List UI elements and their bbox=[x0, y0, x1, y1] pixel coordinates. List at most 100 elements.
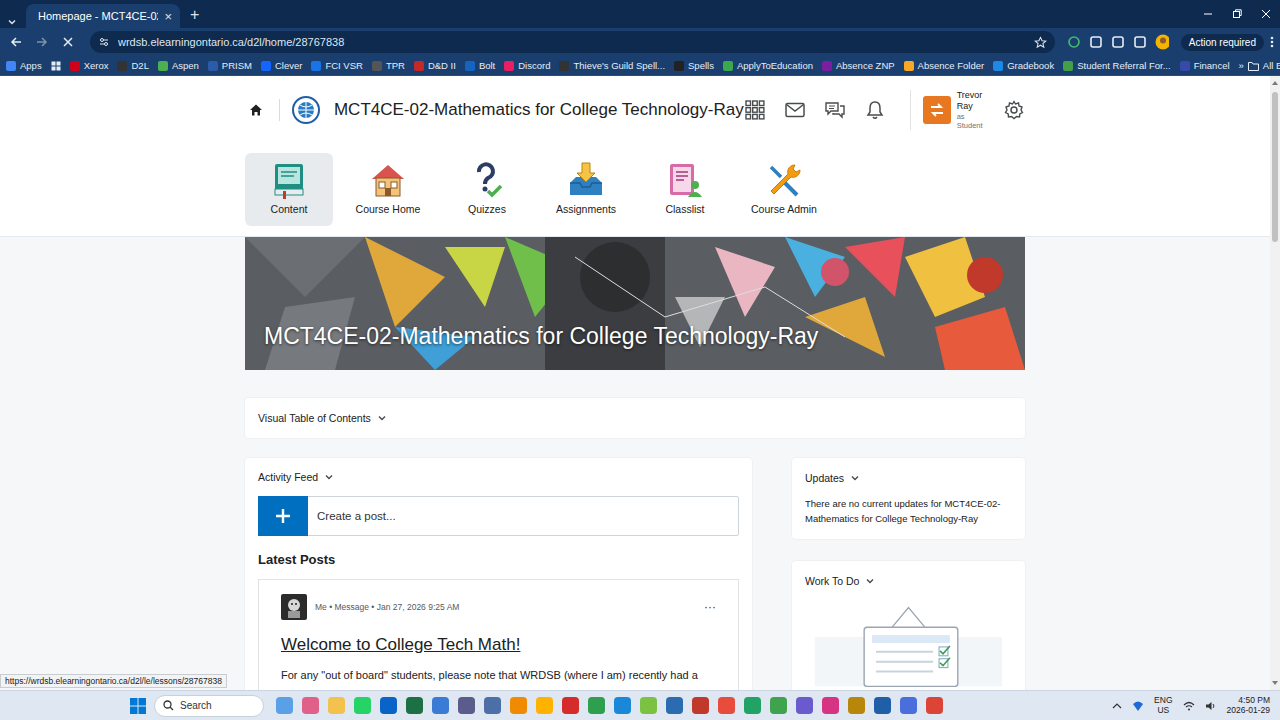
scroll-up-icon[interactable] bbox=[1271, 80, 1279, 86]
volume-icon[interactable] bbox=[1205, 701, 1217, 711]
home-icon[interactable] bbox=[245, 99, 267, 121]
taskbar-app-icon[interactable] bbox=[926, 697, 943, 714]
post-options-button[interactable]: ··· bbox=[704, 600, 716, 614]
bookmark[interactable]: Financel bbox=[1180, 60, 1230, 71]
taskbar-app-icon[interactable] bbox=[614, 697, 631, 714]
bookmark[interactable]: Clever bbox=[261, 60, 302, 71]
bookmark[interactable]: Student Referral For... bbox=[1063, 60, 1170, 71]
taskbar-app-icon[interactable] bbox=[900, 697, 917, 714]
course-selector-grid-icon[interactable] bbox=[744, 99, 766, 121]
nav-tile[interactable]: Assignments bbox=[542, 153, 630, 226]
taskbar-app-icon[interactable] bbox=[406, 697, 423, 714]
taskbar-app-icon[interactable] bbox=[510, 697, 527, 714]
taskbar-app-icon[interactable] bbox=[458, 697, 475, 714]
bookmark[interactable]: Bolt bbox=[465, 60, 495, 71]
user-menu[interactable]: Trevor Rayas Student bbox=[910, 90, 985, 130]
url-text[interactable]: wrdsb.elearningontario.ca/d2l/home/28767… bbox=[118, 36, 1026, 48]
bookmark[interactable]: Gradebook bbox=[993, 60, 1054, 71]
clock[interactable]: 4:50 PM2026-01-29 bbox=[1227, 696, 1270, 716]
restore-icon[interactable] bbox=[1222, 9, 1251, 19]
taskbar-app-icon[interactable] bbox=[328, 697, 345, 714]
action-required-button[interactable]: Action required bbox=[1181, 34, 1264, 51]
windows-start-icon[interactable] bbox=[130, 698, 146, 714]
activity-feed-header[interactable]: Activity Feed bbox=[258, 471, 739, 483]
minimize-icon[interactable] bbox=[1193, 9, 1222, 19]
chat-icon[interactable] bbox=[824, 99, 846, 121]
tray-overflow-icon[interactable] bbox=[1112, 702, 1122, 710]
extension-icon[interactable] bbox=[1089, 35, 1103, 49]
bookmark[interactable]: Aspen bbox=[158, 60, 199, 71]
taskbar-app-icon[interactable] bbox=[302, 697, 319, 714]
taskbar-app-icon[interactable] bbox=[536, 697, 553, 714]
tab-search-icon[interactable] bbox=[6, 16, 18, 28]
taskbar-app-icon[interactable] bbox=[562, 697, 579, 714]
post-title-link[interactable]: Welcome to College Tech Math! bbox=[281, 635, 716, 655]
work-to-do-header[interactable]: Work To Do bbox=[805, 575, 1012, 587]
bookmark[interactable]: Xerox bbox=[70, 60, 109, 71]
scrollbar[interactable] bbox=[1270, 76, 1280, 690]
network-icon[interactable] bbox=[1132, 700, 1144, 712]
bookmark[interactable]: Spells bbox=[674, 60, 714, 71]
taskbar-app-icon[interactable] bbox=[848, 697, 865, 714]
bookmark[interactable]: D2L bbox=[117, 60, 148, 71]
scroll-thumb[interactable] bbox=[1272, 92, 1278, 242]
taskbar-app-icon[interactable] bbox=[640, 697, 657, 714]
bookmark[interactable]: TPR bbox=[372, 60, 405, 71]
new-tab-button[interactable]: + bbox=[180, 6, 209, 28]
stop-loading-icon[interactable] bbox=[58, 32, 78, 52]
address-bar[interactable]: wrdsb.elearningontario.ca/d2l/home/28767… bbox=[90, 31, 1055, 53]
notifications-bell-icon[interactable] bbox=[864, 99, 886, 121]
taskbar-app-icon[interactable] bbox=[718, 697, 735, 714]
taskbar-app-icon[interactable] bbox=[692, 697, 709, 714]
nav-tile[interactable]: Quizzes bbox=[443, 153, 531, 226]
more-bookmarks-button[interactable]: » bbox=[1239, 60, 1244, 71]
bookmark[interactable]: Absence Folder bbox=[904, 60, 985, 71]
tab-groups-icon[interactable] bbox=[51, 61, 61, 71]
taskbar-app-icon[interactable] bbox=[354, 697, 371, 714]
extension-icon[interactable] bbox=[1067, 35, 1081, 49]
taskbar-app-icon[interactable] bbox=[822, 697, 839, 714]
tab-close-button[interactable]: × bbox=[164, 9, 172, 24]
profile-avatar-icon[interactable] bbox=[1155, 35, 1169, 49]
menu-icon[interactable] bbox=[1270, 35, 1274, 49]
create-post[interactable]: Create a post... bbox=[258, 496, 739, 536]
taskbar-app-icon[interactable] bbox=[744, 697, 761, 714]
taskbar-app-icon[interactable] bbox=[874, 697, 891, 714]
settings-gear-icon[interactable] bbox=[1003, 99, 1025, 121]
visual-toc-toggle[interactable]: Visual Table of Contents bbox=[245, 398, 1025, 438]
nav-tile[interactable]: Classlist bbox=[641, 153, 729, 226]
site-info-icon[interactable] bbox=[98, 36, 110, 48]
extension-icon[interactable] bbox=[1111, 35, 1125, 49]
forward-icon[interactable] bbox=[32, 32, 52, 52]
back-icon[interactable] bbox=[6, 32, 26, 52]
browser-tab[interactable]: Homepage - MCT4CE-02-Mat× bbox=[26, 4, 180, 28]
taskbar-app-icon[interactable] bbox=[796, 697, 813, 714]
bookmark[interactable]: ApplyToEducation bbox=[723, 60, 813, 71]
nav-tile[interactable]: Course Home bbox=[344, 153, 432, 226]
taskbar-app-icon[interactable] bbox=[380, 697, 397, 714]
all-bookmarks[interactable]: »All Bookmarks bbox=[1239, 60, 1280, 71]
taskbar-app-icon[interactable] bbox=[770, 697, 787, 714]
nav-tile[interactable]: Content bbox=[245, 153, 333, 226]
scroll-down-icon[interactable] bbox=[1271, 680, 1279, 686]
mail-icon[interactable] bbox=[784, 99, 806, 121]
close-window-icon[interactable] bbox=[1251, 9, 1280, 19]
updates-header[interactable]: Updates bbox=[805, 472, 1012, 484]
taskbar-app-icon[interactable] bbox=[484, 697, 501, 714]
taskbar-app-icon[interactable] bbox=[432, 697, 449, 714]
bookmark[interactable]: Apps bbox=[6, 60, 42, 71]
input-language[interactable]: ENGUS bbox=[1154, 696, 1172, 716]
bookmark[interactable]: FCI VSR bbox=[311, 60, 362, 71]
taskbar-app-icon[interactable] bbox=[666, 697, 683, 714]
bookmark-star-icon[interactable] bbox=[1034, 36, 1047, 49]
taskbar-app-icon[interactable] bbox=[276, 697, 293, 714]
bookmark[interactable]: Absence ZNP bbox=[822, 60, 895, 71]
extension-icon[interactable] bbox=[1133, 35, 1147, 49]
bookmark[interactable]: Discord bbox=[504, 60, 550, 71]
taskbar-search[interactable]: Search bbox=[154, 695, 264, 717]
create-post-prompt[interactable]: Create a post... bbox=[308, 510, 396, 522]
board-logo-icon[interactable] bbox=[292, 96, 320, 124]
wifi-icon[interactable] bbox=[1183, 701, 1195, 711]
course-title[interactable]: MCT4CE-02-Mathematics for College Techno… bbox=[334, 100, 744, 120]
bookmark[interactable]: Thieve's Guild Spell... bbox=[559, 60, 665, 71]
